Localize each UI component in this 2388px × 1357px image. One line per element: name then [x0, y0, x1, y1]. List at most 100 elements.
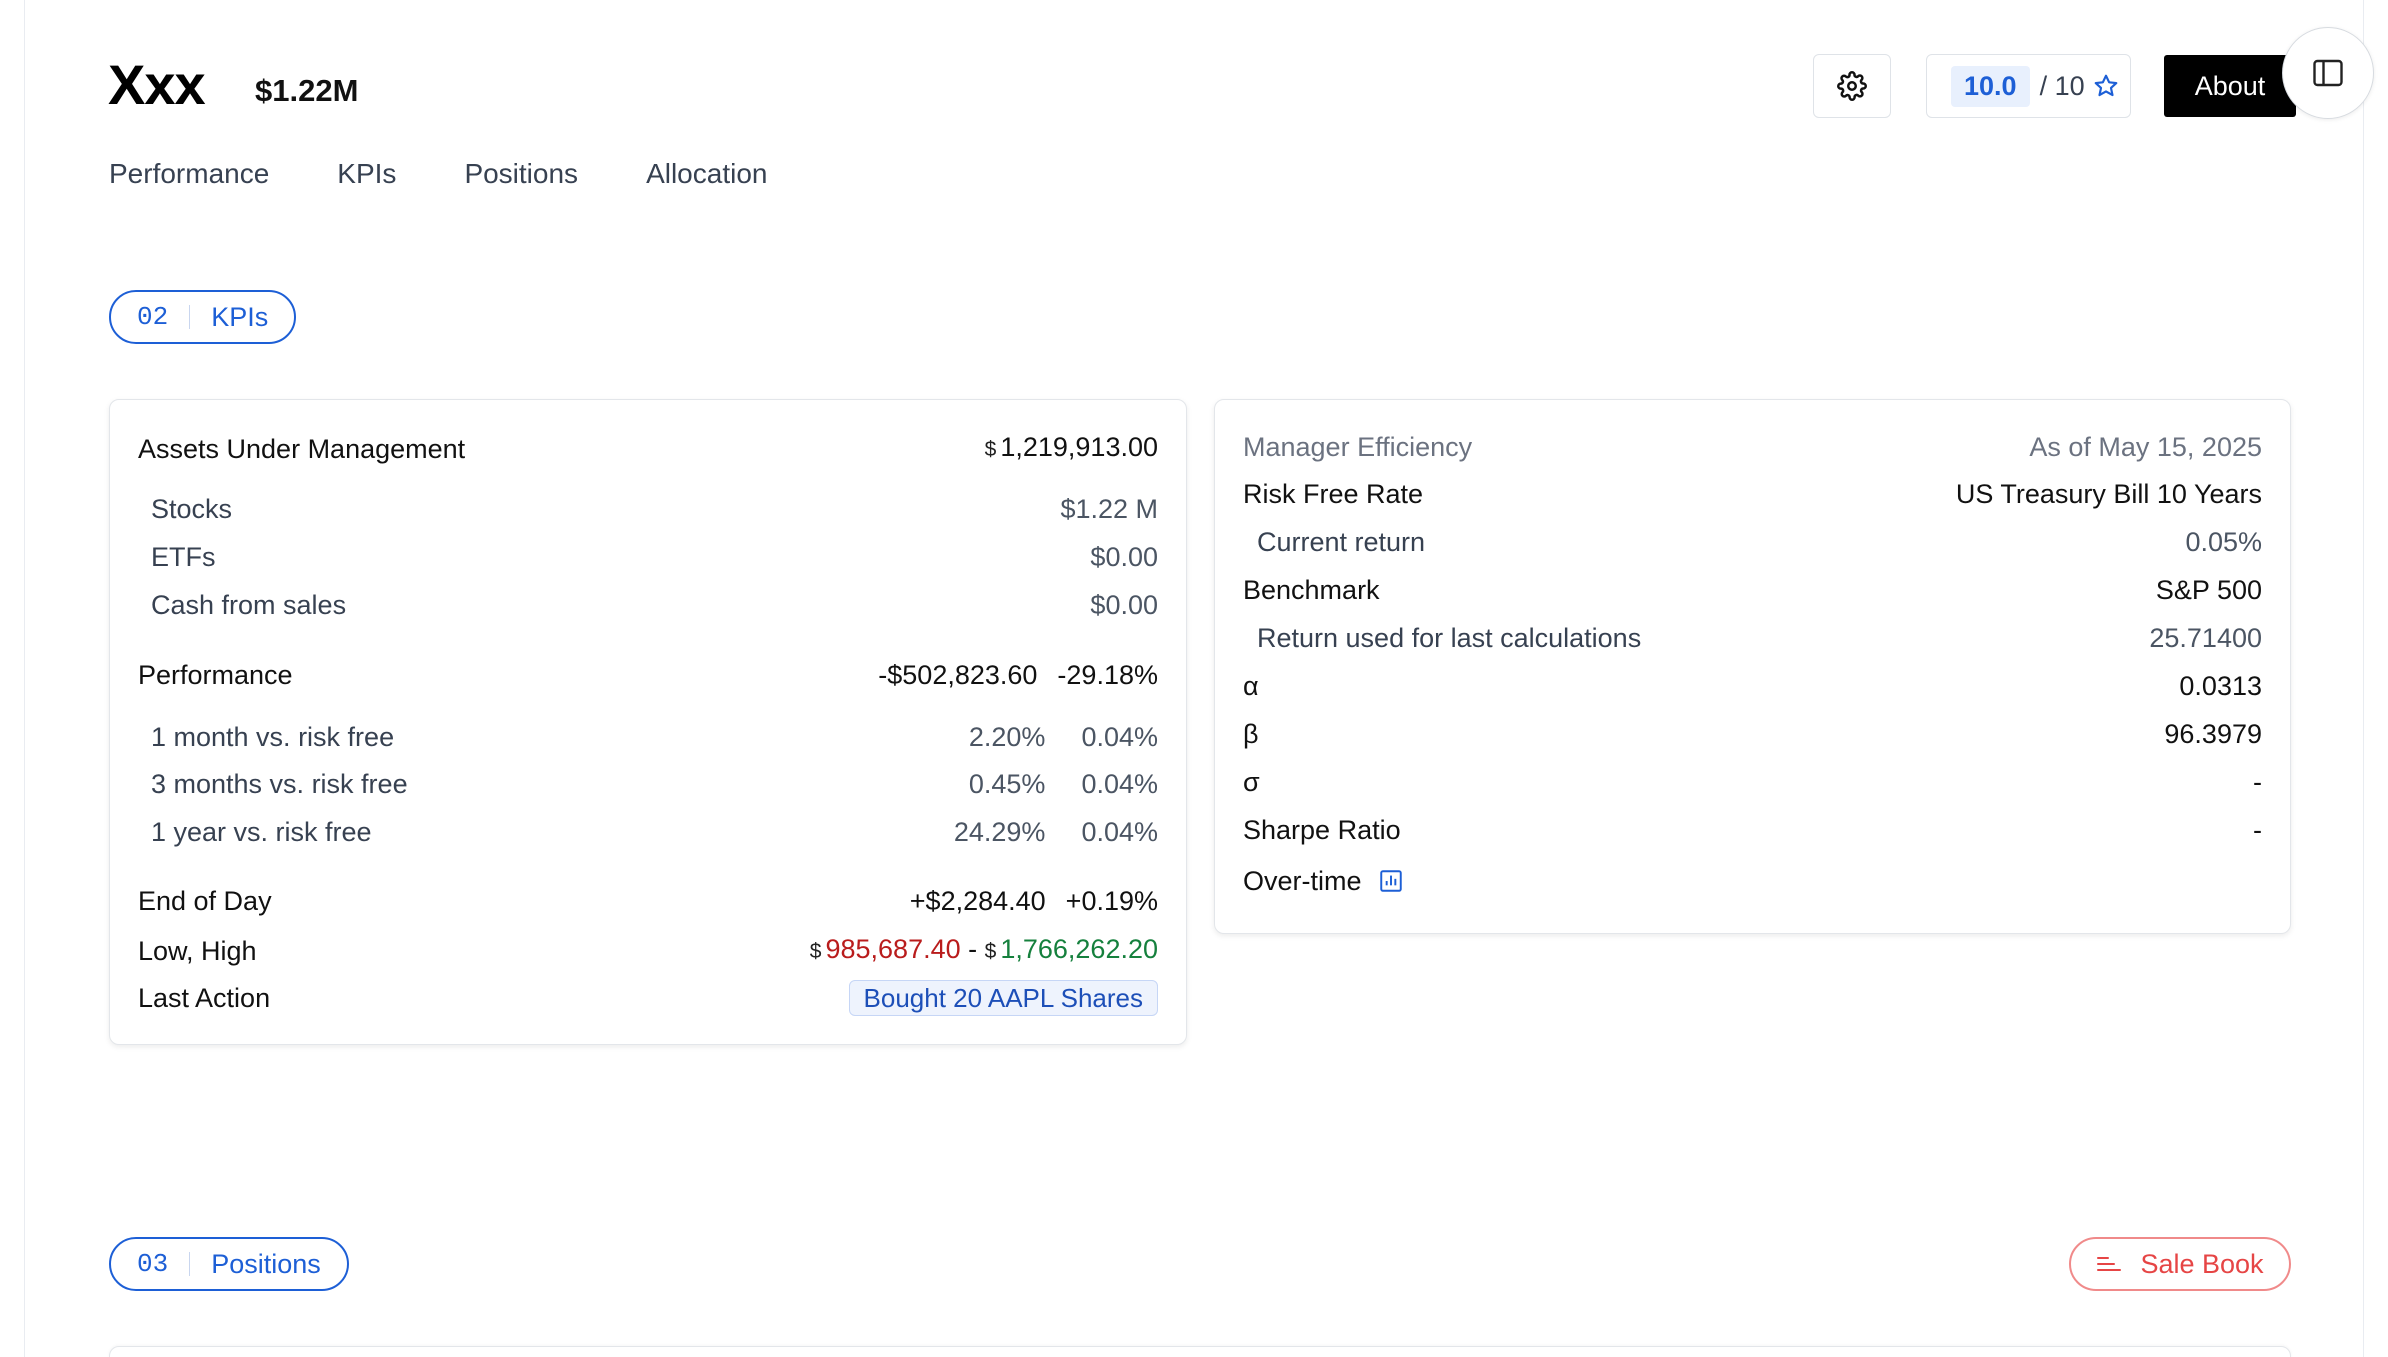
- aum-card: Assets Under Management $1,219,913.00 St…: [109, 399, 1187, 1045]
- sale-book-label: Sale Book: [2140, 1248, 2264, 1279]
- vs-risk-free-row: 3 months vs. risk free 0.45% 0.04%: [151, 767, 1158, 801]
- efficiency-header-row: Manager Efficiency As of May 15, 2025: [1243, 430, 2262, 464]
- rating-value: 10.0: [1951, 65, 2030, 107]
- current-return-row: Current return 0.05%: [1257, 525, 2262, 559]
- tab-performance[interactable]: Performance: [109, 158, 269, 190]
- sigma-row: σ -: [1243, 765, 2262, 799]
- about-button[interactable]: About: [2164, 55, 2296, 117]
- sharpe-label: Sharpe Ratio: [1243, 815, 1401, 845]
- range-separator: -: [968, 934, 978, 964]
- section-label: Positions: [211, 1248, 321, 1279]
- performance-amount: -$502,823.60: [878, 660, 1038, 690]
- period-label: 1 month vs. risk free: [151, 722, 395, 752]
- sidebar-toggle-icon: [2310, 55, 2346, 91]
- tab-kpis[interactable]: KPIs: [337, 158, 396, 190]
- settings-button[interactable]: [1813, 54, 1891, 118]
- end-of-day-row: End of Day +$2,284.40 +0.19%: [138, 884, 1158, 918]
- end-of-day-amount: +$2,284.40: [909, 886, 1046, 916]
- alpha-row: α 0.0313: [1243, 669, 2262, 703]
- beta-value: 96.3979: [2164, 719, 2262, 749]
- currency-symbol: $: [984, 438, 997, 461]
- end-of-day-percent: +0.19%: [1065, 886, 1158, 916]
- performance-row: Performance -$502,823.60 -29.18%: [138, 658, 1158, 692]
- aum-summary: $1.22M: [255, 73, 359, 108]
- sigma-value: -: [2253, 767, 2262, 797]
- breakdown-value: $0.00: [1090, 542, 1158, 572]
- gear-icon: [1837, 71, 1867, 101]
- bar-chart-icon[interactable]: [1378, 868, 1404, 894]
- breakdown-label: Stocks: [151, 494, 233, 524]
- tab-positions[interactable]: Positions: [464, 158, 578, 190]
- period-label: 1 year vs. risk free: [151, 817, 372, 847]
- breakdown-label: ETFs: [151, 542, 216, 572]
- risk-free-return: 0.04%: [1081, 817, 1158, 847]
- section-label: KPIs: [211, 301, 269, 332]
- over-time-label: Over-time: [1243, 866, 1362, 896]
- low-high-label: Low, High: [138, 935, 257, 966]
- period-return: 2.20%: [968, 722, 1046, 752]
- high-value: 1,766,262.20: [1000, 934, 1158, 964]
- period-return: 24.29%: [953, 817, 1046, 847]
- sharpe-value: -: [2253, 815, 2262, 845]
- currency-symbol: $: [984, 940, 997, 963]
- period-return: 0.45%: [968, 769, 1046, 799]
- vs-risk-free-row: 1 month vs. risk free 2.20% 0.04%: [151, 720, 1158, 754]
- current-return-value: 0.05%: [2185, 527, 2262, 557]
- section-number: 03: [137, 1249, 169, 1279]
- tab-allocation[interactable]: Allocation: [646, 158, 767, 190]
- alpha-label: α: [1243, 671, 1259, 701]
- benchmark-return-value: 25.71400: [2149, 623, 2262, 653]
- positions-card: [109, 1346, 2291, 1357]
- last-action-label: Last Action: [138, 983, 271, 1013]
- sale-book-button[interactable]: Sale Book: [2069, 1237, 2291, 1291]
- rating-max: / 10: [2039, 70, 2085, 101]
- risk-free-row: Risk Free Rate US Treasury Bill 10 Years: [1243, 477, 2262, 511]
- benchmark-return-label: Return used for last calculations: [1257, 623, 1642, 653]
- last-action-tag[interactable]: Bought 20 AAPL Shares: [848, 980, 1158, 1016]
- manager-efficiency-card: Manager Efficiency As of May 15, 2025 Ri…: [1214, 399, 2291, 934]
- kpis-section-badge: 02 KPIs: [109, 290, 297, 344]
- risk-free-return: 0.04%: [1081, 769, 1158, 799]
- alpha-value: 0.0313: [2179, 671, 2262, 701]
- performance-label: Performance: [138, 660, 293, 690]
- benchmark-label: Benchmark: [1243, 575, 1380, 605]
- over-time-row: Over-time: [1243, 864, 2262, 898]
- benchmark-value: S&P 500: [2155, 575, 2262, 605]
- breakdown-row: ETFs $0.00: [151, 540, 1158, 574]
- low-value: 985,687.40: [825, 934, 961, 964]
- aum-total: 1,219,913.00: [1000, 432, 1158, 462]
- list-icon: [2096, 1253, 2122, 1275]
- efficiency-title: Manager Efficiency: [1243, 432, 1473, 462]
- divider: [189, 1252, 191, 1276]
- section-tabs: Performance KPIs Positions Allocation: [109, 158, 767, 190]
- star-icon[interactable]: [2093, 73, 2119, 99]
- breakdown-value: $0.00: [1090, 590, 1158, 620]
- breakdown-row: Stocks $1.22 M: [151, 492, 1158, 526]
- rating-widget[interactable]: 10.0 / 10: [1926, 54, 2131, 118]
- performance-percent: -29.18%: [1057, 660, 1158, 690]
- aum-label: Assets Under Management: [138, 433, 466, 464]
- breakdown-value: $1.22 M: [1060, 494, 1158, 524]
- sigma-label: σ: [1243, 767, 1260, 797]
- section-number: 02: [137, 302, 169, 332]
- benchmark-return-row: Return used for last calculations 25.714…: [1257, 621, 2262, 655]
- period-label: 3 months vs. risk free: [151, 769, 408, 799]
- breakdown-label: Cash from sales: [151, 590, 347, 620]
- positions-section-badge: 03 Positions: [109, 1237, 349, 1291]
- aum-total-row: Assets Under Management $1,219,913.00: [138, 430, 1158, 467]
- sidebar-toggle-button[interactable]: [2282, 27, 2374, 119]
- beta-row: β 96.3979: [1243, 717, 2262, 751]
- risk-free-return: 0.04%: [1081, 722, 1158, 752]
- vs-risk-free-row: 1 year vs. risk free 24.29% 0.04%: [151, 815, 1158, 849]
- last-action-row: Last Action Bought 20 AAPL Shares: [138, 980, 1158, 1016]
- divider: [189, 305, 191, 329]
- end-of-day-label: End of Day: [138, 886, 272, 916]
- sharpe-row: Sharpe Ratio -: [1243, 813, 2262, 847]
- as-of-date: As of May 15, 2025: [2029, 432, 2262, 462]
- benchmark-row: Benchmark S&P 500: [1243, 573, 2262, 607]
- fund-name: Xxx: [108, 53, 206, 116]
- low-high-row: Low, High $985,687.40 - $1,766,262.20: [138, 932, 1158, 969]
- risk-free-label: Risk Free Rate: [1243, 479, 1424, 509]
- breakdown-row: Cash from sales $0.00: [151, 588, 1158, 622]
- current-return-label: Current return: [1257, 527, 1426, 557]
